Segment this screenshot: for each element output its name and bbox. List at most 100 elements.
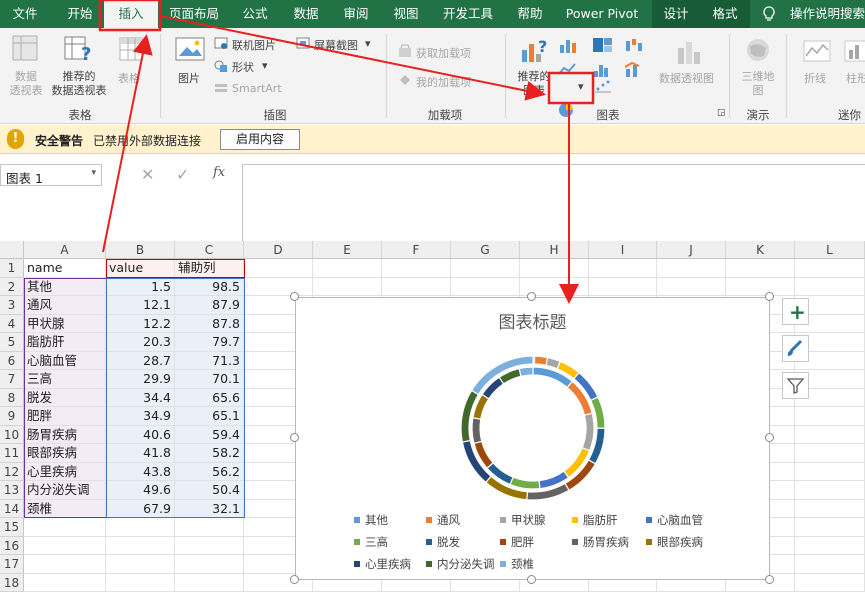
cell[interactable]: 49.6 <box>106 481 175 500</box>
cell[interactable] <box>24 518 106 537</box>
tab-format[interactable]: 格式 <box>700 0 750 28</box>
cell[interactable]: 59.4 <box>175 425 244 444</box>
resize-handle[interactable] <box>290 433 299 442</box>
column-header[interactable]: G <box>451 241 520 259</box>
row-header[interactable]: 3 <box>0 296 24 315</box>
enter-icon[interactable]: ✓ <box>176 165 189 184</box>
cell[interactable]: 心里疾病 <box>24 462 106 481</box>
tab-data[interactable]: 数据 <box>283 0 329 28</box>
cell[interactable]: 眼部疾病 <box>24 444 106 463</box>
cell[interactable]: 34.9 <box>106 407 175 426</box>
cell[interactable]: 58.2 <box>175 444 244 463</box>
cell[interactable]: 12.2 <box>106 314 175 333</box>
cell[interactable] <box>106 536 175 555</box>
pivot-table-button[interactable]: 数据 透视表 <box>6 70 46 98</box>
legend-item[interactable]: 通风 <box>426 512 460 528</box>
cell[interactable] <box>24 573 106 592</box>
legend-item[interactable]: 心里疾病 <box>354 556 411 572</box>
table-button[interactable]: 表格 <box>118 70 140 86</box>
doughnut-chart[interactable]: 图表标题 其他 通风 甲状腺 脂肪肝 心脑血管 三高 脱发 肥胖 肠胃疾病 眼部疾病 心里疾病 内分泌… <box>295 297 770 580</box>
enable-content-button[interactable]: 启用内容 <box>220 129 300 150</box>
cell[interactable]: 87.8 <box>175 314 244 333</box>
cell[interactable] <box>795 259 865 278</box>
chart-styles-button[interactable] <box>782 335 809 362</box>
table-icon[interactable] <box>118 36 144 65</box>
cell[interactable] <box>24 536 106 555</box>
legend-item[interactable]: 眼部疾病 <box>646 534 703 550</box>
insert-function-icon[interactable]: fx <box>213 165 225 180</box>
column-header[interactable]: D <box>244 241 313 259</box>
resize-handle[interactable] <box>765 292 774 301</box>
column-header[interactable]: J <box>657 241 726 259</box>
smartart-button[interactable]: SmartArt <box>232 82 282 95</box>
row-header[interactable]: 8 <box>0 388 24 407</box>
cell[interactable] <box>795 462 865 481</box>
cell[interactable] <box>520 259 589 278</box>
cell[interactable]: 脱发 <box>24 388 106 407</box>
column-header[interactable]: B <box>106 241 175 259</box>
cell[interactable] <box>657 277 726 296</box>
line-chart-icon[interactable] <box>558 61 580 80</box>
legend-item[interactable]: 肠胃疾病 <box>572 534 629 550</box>
sparkline-line-button[interactable]: 折线 <box>804 70 826 86</box>
legend-item[interactable]: 甲状腺 <box>500 512 546 528</box>
legend-item[interactable]: 其他 <box>354 512 388 528</box>
cell[interactable]: 65.1 <box>175 407 244 426</box>
formula-input[interactable] <box>242 164 865 241</box>
cell[interactable]: 20.3 <box>106 333 175 352</box>
row-header[interactable]: 10 <box>0 425 24 444</box>
pivot-chart-button[interactable]: 数据透视图 <box>659 70 714 86</box>
cell[interactable]: 79.7 <box>175 333 244 352</box>
tab-power-pivot[interactable]: Power Pivot <box>560 0 644 28</box>
picture-icon[interactable] <box>175 36 205 65</box>
tab-home[interactable]: 开始 <box>56 0 104 28</box>
cell[interactable]: 1.5 <box>106 277 175 296</box>
cell[interactable]: 颈椎 <box>24 499 106 518</box>
legend-item[interactable]: 肥胖 <box>500 534 534 550</box>
cell[interactable]: 98.5 <box>175 277 244 296</box>
cell[interactable]: 12.1 <box>106 296 175 315</box>
picture-button[interactable]: 图片 <box>178 70 200 86</box>
waterfall-chart-icon[interactable] <box>624 37 646 56</box>
pie-dropdown-arrow[interactable]: ▾ <box>578 80 584 93</box>
3d-map-button[interactable]: 三维地 图 <box>738 70 778 98</box>
tab-help[interactable]: 帮助 <box>507 0 553 28</box>
tab-view[interactable]: 视图 <box>383 0 429 28</box>
column-header[interactable]: F <box>382 241 451 259</box>
screenshot-dropdown-arrow[interactable]: ▾ <box>365 37 371 50</box>
shapes-dropdown-arrow[interactable]: ▾ <box>262 59 268 72</box>
pivot-chart-icon[interactable] <box>676 38 706 69</box>
cell[interactable]: 甲状腺 <box>24 314 106 333</box>
recommended-charts-icon[interactable]: ? <box>518 36 550 69</box>
recommended-pivot-button[interactable]: 推荐的 数据透视表 <box>48 70 110 98</box>
cell[interactable] <box>795 277 865 296</box>
cell[interactable] <box>313 259 382 278</box>
cell[interactable]: 三高 <box>24 370 106 389</box>
row-header[interactable]: 4 <box>0 314 24 333</box>
resize-handle[interactable] <box>765 433 774 442</box>
cell[interactable]: 70.1 <box>175 370 244 389</box>
cell[interactable]: 脂肪肝 <box>24 333 106 352</box>
cell[interactable]: 29.9 <box>106 370 175 389</box>
cell[interactable]: 87.9 <box>175 296 244 315</box>
cell[interactable] <box>175 518 244 537</box>
cell[interactable] <box>795 555 865 574</box>
legend-item[interactable]: 颈椎 <box>500 556 534 572</box>
doughnut-slice-辅助列-三高[interactable] <box>509 476 541 490</box>
screenshot-button[interactable]: 屏幕截图 <box>314 37 358 53</box>
column-header[interactable]: E <box>313 241 382 259</box>
row-header[interactable]: 2 <box>0 277 24 296</box>
cell[interactable]: 67.9 <box>106 499 175 518</box>
sparkline-column-button[interactable]: 柱形 <box>846 70 865 86</box>
legend-item[interactable]: 脱发 <box>426 534 460 550</box>
column-header[interactable]: C <box>175 241 244 259</box>
3d-map-icon[interactable] <box>744 36 772 67</box>
recommended-charts-button[interactable]: 推荐的 图表 <box>514 70 554 98</box>
legend-item[interactable]: 心脑血管 <box>646 512 703 528</box>
cell[interactable] <box>795 518 865 537</box>
resize-handle[interactable] <box>290 292 299 301</box>
tab-page-layout[interactable]: 页面布局 <box>164 0 224 28</box>
resize-handle[interactable] <box>290 575 299 584</box>
tab-formulas[interactable]: 公式 <box>232 0 278 28</box>
row-header[interactable]: 17 <box>0 555 24 574</box>
